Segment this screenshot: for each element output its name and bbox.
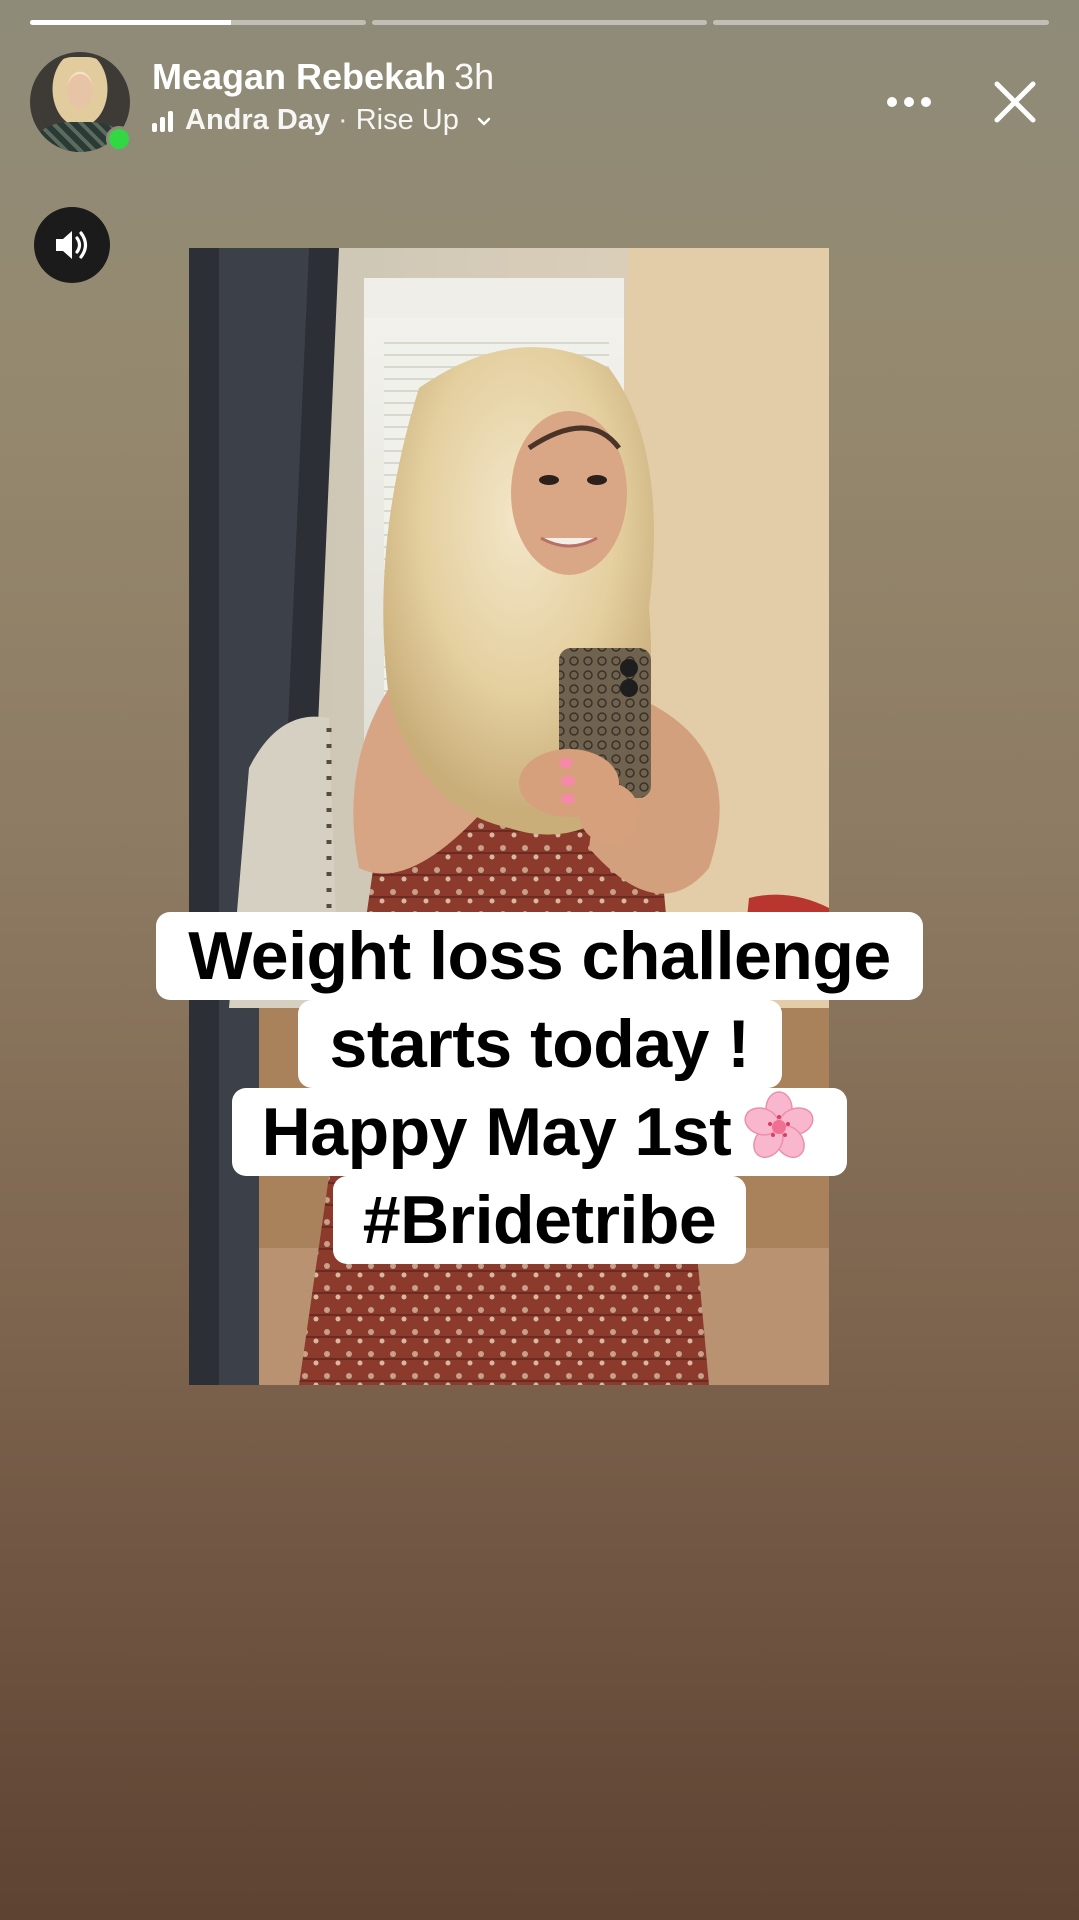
more-options-icon[interactable] [879,82,939,122]
story-header: Meagan Rebekah 3h Andra Day · Rise Up [30,52,1049,152]
chevron-down-icon[interactable] [475,112,493,130]
music-separator: · [338,104,348,136]
caption-line-text: Happy May 1st [261,1094,732,1170]
online-status-indicator [106,126,132,152]
cherry-blossom-icon [744,1091,814,1159]
speaker-on-icon [56,231,88,259]
author-name-row[interactable]: Meagan Rebekah 3h [152,56,494,98]
caption-line: Weight loss challenge [156,912,923,1000]
music-artist: Andra Day [185,104,331,136]
story-viewer[interactable]: Meagan Rebekah 3h Andra Day · Rise Up We… [0,0,1079,1920]
timestamp: 3h [454,56,495,97]
story-caption: Weight loss challenge starts today ! Hap… [0,912,1079,1264]
progress-segment [30,20,366,25]
music-song: Rise Up [355,104,459,136]
author-name[interactable]: Meagan Rebekah [152,56,446,97]
caption-line: Happy May 1st [231,1088,848,1176]
story-progress [30,20,1050,25]
caption-line: #Bridetribe [332,1176,747,1264]
caption-line: starts today ! [297,1000,782,1088]
sound-toggle-button[interactable] [34,207,110,283]
progress-segment [371,20,708,25]
music-attribution[interactable]: Andra Day · Rise Up [152,104,493,137]
avatar[interactable] [30,52,132,152]
music-bars-icon [152,110,173,132]
progress-segment [713,20,1050,25]
close-icon[interactable] [989,76,1041,128]
